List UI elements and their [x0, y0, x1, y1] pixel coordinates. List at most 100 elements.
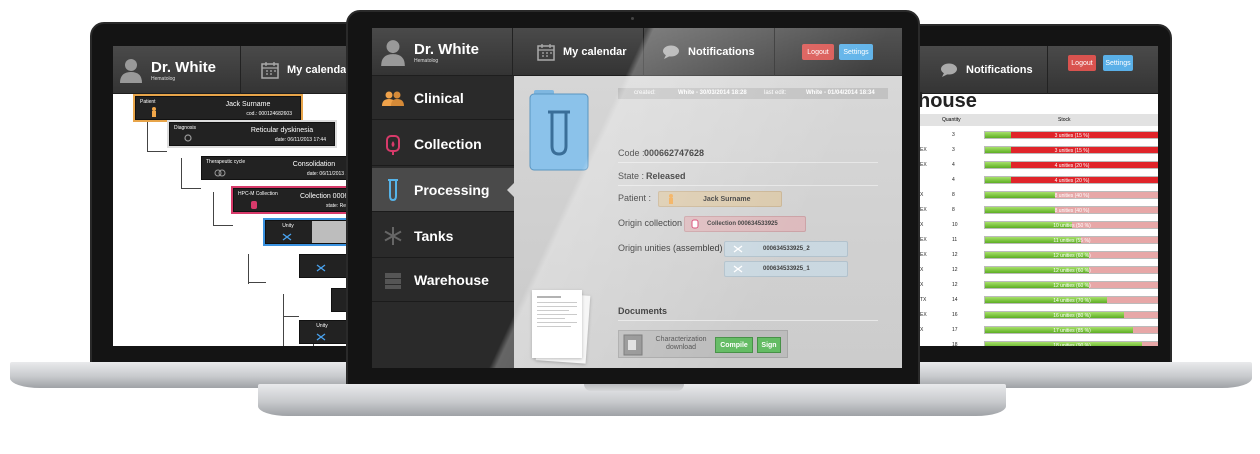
- left-laptop-screen: Dr. White Hematolog My calendar Patient …: [113, 46, 373, 346]
- stock-bar: 10 unities (50 %): [984, 221, 1158, 229]
- stock-bar: 8 unities (40 %): [984, 191, 1158, 199]
- stock-qty: 11: [952, 237, 958, 243]
- test-tube-icon: [382, 178, 404, 201]
- folder-test-tube-icon: [529, 90, 589, 171]
- stock-code: EX: [920, 252, 927, 258]
- stock-qty: 12: [952, 267, 958, 273]
- shuffle-icon: [733, 245, 743, 253]
- patient-value: Jack Surname: [703, 195, 751, 203]
- center-calendar-nav[interactable]: My calendar: [513, 28, 644, 76]
- stock-row[interactable]: 18 18 unities (90 %): [918, 338, 1158, 346]
- shuffle-icon: [316, 264, 326, 272]
- stock-qty: 18: [952, 342, 958, 346]
- documents-label: Documents: [618, 306, 668, 316]
- left-doctor-segment: Dr. White Hematolog: [113, 46, 241, 94]
- unity-value-1: 000634533925_2: [763, 246, 810, 252]
- stock-bar: 4 unities (20 %): [984, 161, 1158, 169]
- document-card: Characterization download Compile Sign: [618, 330, 788, 358]
- stock-row[interactable]: TX 14 14 unities (70 %): [918, 293, 1158, 307]
- menu-item-tanks[interactable]: Tanks: [372, 214, 514, 258]
- calendar-label: My calendar: [287, 64, 351, 76]
- warehouse-table-header: Quantity Stock: [918, 114, 1158, 126]
- stock-bar-text: 4 unities (20 %): [1054, 163, 1090, 169]
- tree-unity-label-1: Unity: [282, 223, 294, 229]
- stock-row[interactable]: EX 3 3 unities (15 %): [918, 143, 1158, 157]
- menu-item-processing[interactable]: Processing: [372, 168, 515, 212]
- right-logout-button[interactable]: Logout: [1068, 55, 1096, 71]
- menu-item-collection[interactable]: Collection: [372, 122, 514, 166]
- tree-unity-label-4: Unity: [316, 323, 328, 329]
- stock-code: X: [920, 192, 924, 198]
- stock-bar: 3 unities (15 %): [984, 146, 1158, 154]
- unity-pill-1[interactable]: 000634533925_2: [724, 241, 848, 257]
- center-topbar: Dr. White Hematolog My calendar Notifica…: [372, 28, 902, 76]
- state-label: State :: [618, 171, 645, 181]
- compile-button[interactable]: Compile: [715, 337, 753, 353]
- camera-dot: [631, 17, 634, 20]
- menu-item-warehouse[interactable]: Warehouse: [372, 258, 514, 302]
- stock-bar: 12 unities (60 %): [984, 281, 1158, 289]
- stock-bar-text: 8 unities (40 %): [1054, 208, 1090, 214]
- stock-row[interactable]: EX 4 4 unities (20 %): [918, 158, 1158, 172]
- stock-code: X: [920, 327, 924, 333]
- document-thumbnail: [532, 290, 591, 364]
- unity-value-2: 000634533925_1: [763, 266, 810, 272]
- stock-code: EX: [920, 147, 927, 153]
- blood-bag-icon: [382, 133, 404, 155]
- edit-value: White - 01/04/2014 18:34: [806, 90, 875, 96]
- logout-button[interactable]: Logout: [802, 44, 834, 60]
- stock-bar: 16 unities (80 %): [984, 311, 1158, 319]
- stock-qty: 12: [952, 252, 958, 258]
- stock-bar: 4 unities (20 %): [984, 176, 1158, 184]
- settings-button[interactable]: Settings: [839, 44, 873, 60]
- cycle-icon: [214, 169, 226, 177]
- right-laptop-screen: Notifications Logout Settings house Quan…: [918, 46, 1158, 346]
- stock-row[interactable]: X 12 12 unities (60 %): [918, 263, 1158, 277]
- calendar-label: My calendar: [563, 46, 627, 58]
- stock-bar-text: 3 unities (15 %): [1054, 133, 1090, 139]
- menu-label-processing: Processing: [414, 181, 490, 198]
- stock-row[interactable]: 4 4 unities (20 %): [918, 173, 1158, 187]
- stock-row[interactable]: X 8 8 unities (40 %): [918, 188, 1158, 202]
- blood-bag-icon: [251, 201, 257, 209]
- stock-qty: 16: [952, 312, 958, 318]
- stock-row[interactable]: EX 12 12 unities (60 %): [918, 248, 1158, 262]
- unities-label: Origin unities (assembled) :: [618, 243, 728, 253]
- user-avatar-icon: [120, 59, 142, 83]
- origin-collection-pill[interactable]: Collection 000634533925: [684, 216, 806, 232]
- col-quantity: Quantity: [942, 117, 961, 123]
- stock-bar-text: 14 unities (70 %): [1053, 298, 1091, 304]
- stock-row[interactable]: 3 3 unities (15 %): [918, 128, 1158, 142]
- stock-qty: 8: [952, 192, 955, 198]
- tree-patient-label: Patient: [140, 99, 156, 105]
- stock-bar-text: 16 unities (80 %): [1053, 313, 1091, 319]
- stock-code: TX: [920, 297, 927, 303]
- edit-label: last edit:: [764, 90, 787, 96]
- stock-row[interactable]: EX 8 8 unities (40 %): [918, 203, 1158, 217]
- origin-value: Collection 000634533925: [707, 221, 778, 227]
- center-laptop-notch: [584, 384, 684, 391]
- sign-button[interactable]: Sign: [757, 337, 781, 353]
- right-settings-button[interactable]: Settings: [1103, 55, 1133, 71]
- center-notifications-nav[interactable]: Notifications: [644, 28, 775, 76]
- speech-bubble-icon: [663, 45, 679, 59]
- stock-row[interactable]: EX 11 11 unities (55 %): [918, 233, 1158, 247]
- tree-therapy-node[interactable]: Therapeutic cycle Consolidation date: 06…: [201, 156, 367, 180]
- tree-patient-name: Jack Surname: [225, 101, 271, 108]
- patient-figure-icon: [152, 107, 156, 117]
- stock-row[interactable]: EX 16 16 unities (80 %): [918, 308, 1158, 322]
- tree-diagnosis-label: Diagnosis: [174, 125, 196, 131]
- tree-diagnosis-node[interactable]: Diagnosis Reticular dyskinesia date: 06/…: [167, 120, 337, 148]
- unity-pill-2[interactable]: 000634533925_1: [724, 261, 848, 277]
- showcase: Dr. White Hematolog My calendar Patient …: [0, 0, 1260, 454]
- tree-patient-node[interactable]: Patient Jack Surname cod.: 000124682603: [133, 94, 303, 122]
- right-notifications-nav[interactable]: Notifications: [918, 46, 1048, 94]
- stock-row[interactable]: X 10 10 unities (50 %): [918, 218, 1158, 232]
- patient-pill[interactable]: Jack Surname: [658, 191, 782, 207]
- stock-code: EX: [920, 237, 927, 243]
- stock-bar-text: 3 unities (15 %): [1054, 148, 1090, 154]
- stock-row[interactable]: X 12 12 unities (60 %): [918, 278, 1158, 292]
- stock-bar-text: 8 unities (40 %): [1054, 193, 1090, 199]
- menu-item-clinical[interactable]: Clinical: [372, 76, 514, 120]
- stock-row[interactable]: X 17 17 unities (85 %): [918, 323, 1158, 337]
